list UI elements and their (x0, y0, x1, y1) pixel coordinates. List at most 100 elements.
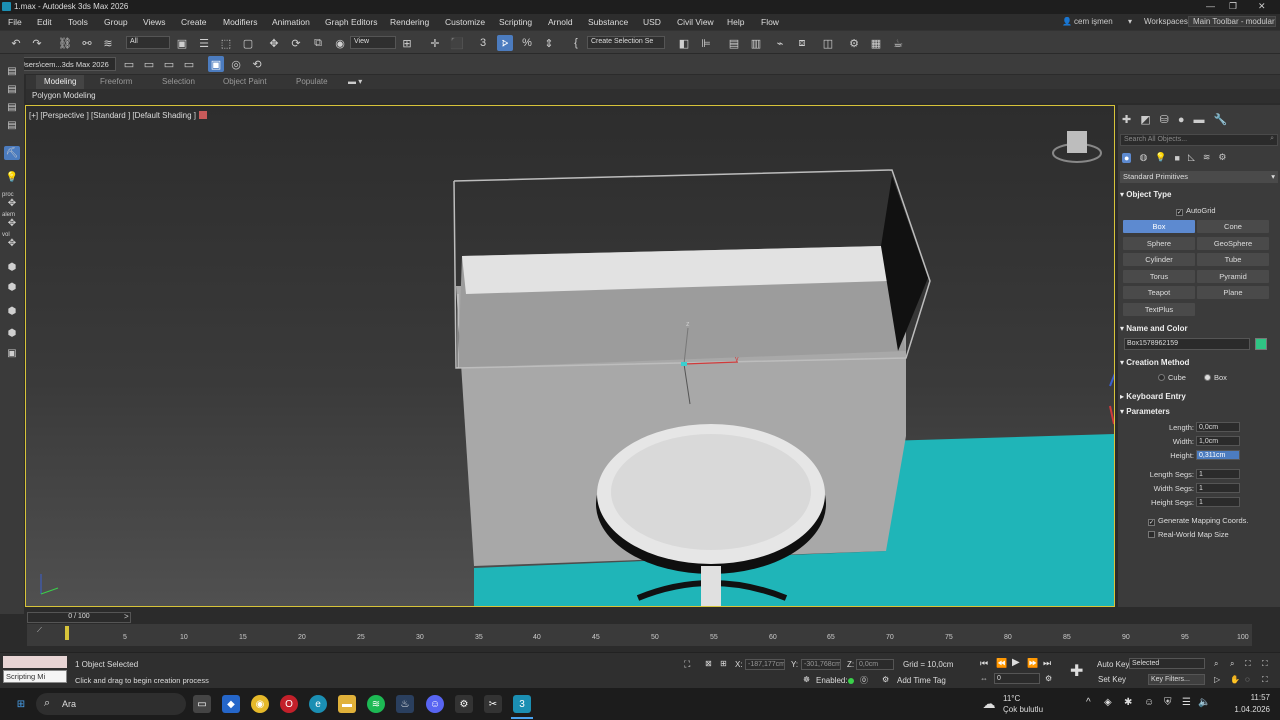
geosphere-button[interactable]: GeoSphere (1197, 237, 1269, 250)
key-filters-button[interactable]: Key Filters... (1148, 674, 1205, 685)
close-icon[interactable]: ✕ (1258, 1, 1266, 12)
helpers-icon[interactable]: ◺ (1188, 152, 1195, 163)
height-segs-spinner[interactable]: 1 (1196, 497, 1240, 507)
menu-create[interactable]: Create (181, 17, 207, 27)
menu-flow[interactable]: Flow (761, 17, 779, 27)
teapot-button[interactable]: Teapot (1123, 286, 1195, 299)
spacewarps-icon[interactable]: ≋ (1203, 152, 1211, 163)
axis-constraint-icon[interactable]: ✛ (427, 35, 443, 51)
zoom-extents-all-icon[interactable]: ⛶ (1262, 659, 1268, 669)
textplus-button[interactable]: TextPlus (1123, 303, 1195, 316)
light-icon[interactable]: 💡 (4, 170, 20, 184)
current-frame-field[interactable]: 0 (994, 673, 1040, 684)
maximize-icon[interactable]: ❐ (1229, 1, 1237, 12)
tray-app-icon[interactable]: ✱ (1124, 697, 1132, 708)
project-folder-icon[interactable]: ▭ (121, 56, 137, 72)
menu-edit[interactable]: Edit (37, 17, 52, 27)
taskbar-time[interactable]: 11:57 (1226, 693, 1270, 702)
cameras-icon[interactable]: ■ (1175, 153, 1180, 163)
shapes-icon[interactable]: ◍ (1139, 152, 1147, 163)
hierarchy-tab-icon[interactable]: ⛁ (1160, 113, 1169, 126)
generate-mapping-checkbox[interactable]: ✓ Generate Mapping Coords. (1148, 516, 1248, 526)
opera-icon[interactable]: O (280, 695, 298, 713)
add-time-tag-button[interactable]: Add Time Tag (897, 676, 946, 685)
tube-button[interactable]: Tube (1197, 253, 1269, 266)
cone-button[interactable]: Cone (1197, 220, 1269, 233)
menu-substance[interactable]: Substance (588, 17, 628, 27)
move-icon[interactable]: ✥ (266, 35, 282, 51)
cube-radio[interactable]: Cube (1158, 373, 1186, 382)
selection-lock-icon[interactable]: ⊠ (705, 659, 712, 668)
chevron-down-icon[interactable]: ▾ (1128, 17, 1132, 26)
steam-icon[interactable]: ♨ (396, 695, 414, 713)
menu-views[interactable]: Views (143, 17, 166, 27)
menu-modifiers[interactable]: Modifiers (223, 17, 257, 27)
time-tag-icon[interactable]: ⚙ (882, 675, 889, 684)
z-coord-field[interactable]: 0,0cm (856, 659, 894, 670)
rendered-frame-icon[interactable]: ▦ (868, 35, 884, 51)
left-tool-icon-8[interactable]: ✥ (4, 236, 20, 250)
reference-coord-select[interactable]: View (350, 36, 396, 49)
prev-key-icon[interactable]: ⏪ (996, 658, 1007, 669)
perspective-viewport[interactable]: z y [+] [Perspective ] [Standard ] [Defa… (25, 105, 1115, 607)
go-to-end-icon[interactable]: ⏭ (1043, 658, 1051, 669)
menu-help[interactable]: Help (727, 17, 744, 27)
lights-icon[interactable]: 💡 (1155, 152, 1166, 163)
object-type-rollout[interactable]: ▾ Object Type (1120, 190, 1278, 199)
adaptive-degradation-icon[interactable]: ☸ (803, 675, 810, 684)
maxscript-listener-box[interactable] (3, 656, 67, 668)
volume-icon[interactable]: 🔈 (1198, 697, 1210, 708)
render-setup-icon[interactable]: ⚙ (846, 35, 862, 51)
spinner-snap-icon[interactable]: ⇕ (541, 35, 557, 51)
curve-editor-toggle-icon[interactable]: ⟋ (37, 627, 42, 635)
undo-icon[interactable]: ↶ (8, 35, 24, 51)
menu-scripting[interactable]: Scripting (499, 17, 532, 27)
scene-explorer-icon[interactable]: ▤ (726, 35, 742, 51)
edge-icon[interactable]: e (309, 695, 327, 713)
task-view-icon[interactable]: ▭ (193, 695, 211, 713)
zoom-icon[interactable]: ⌕ (1214, 659, 1218, 669)
zoom-extents-icon[interactable]: ⛶ (1245, 659, 1251, 669)
discord-icon[interactable]: ☺ (426, 695, 444, 713)
curve-editor-icon[interactable]: ⌁ (772, 35, 788, 51)
menu-group[interactable]: Group (104, 17, 128, 27)
primitive-category-select[interactable]: Standard Primitives ▾ (1120, 171, 1278, 183)
bind-spacewarp-icon[interactable]: ≋ (100, 35, 116, 51)
length-spinner[interactable]: 0,0cm (1196, 422, 1240, 432)
display-tab-icon[interactable]: ▬ (1194, 114, 1205, 126)
height-spinner[interactable]: 0,311cm (1196, 450, 1240, 460)
windows-start-icon[interactable]: ⊞ (12, 695, 30, 713)
user-account[interactable]: cem işmen (1074, 17, 1113, 26)
timeline-track[interactable]: ⟋ 5 10 15 20 25 30 35 40 45 50 55 60 65 … (27, 624, 1252, 646)
auto-key-button[interactable]: Auto Key (1097, 660, 1129, 669)
time-config-icon[interactable]: ⓪ (860, 675, 868, 686)
select-object-icon[interactable]: ▣ (174, 35, 190, 51)
left-tool-icon-11[interactable]: ⬢ (4, 304, 20, 318)
spotify-icon[interactable]: ≋ (367, 695, 385, 713)
left-tool-icon-active[interactable]: ⛏ (4, 146, 20, 160)
utilities-tab-icon[interactable]: 🔧 (1214, 113, 1228, 126)
left-tool-icon-1[interactable]: ▤ (4, 64, 20, 78)
menu-file[interactable]: File (8, 17, 22, 27)
keyboard-shortcut-icon[interactable]: ⬛ (449, 35, 465, 51)
pyramid-button[interactable]: Pyramid (1197, 270, 1269, 283)
tab-populate[interactable]: Populate (296, 77, 328, 86)
time-marker[interactable] (65, 626, 69, 640)
settings-icon[interactable]: ⚙ (455, 695, 473, 713)
left-tool-icon-10[interactable]: ⬢ (4, 280, 20, 294)
maxscript-mini-listener[interactable]: Scripting Mi (3, 670, 67, 683)
layer-explorer-icon[interactable]: ▥ (748, 35, 764, 51)
tray-app-icon[interactable]: ◈ (1104, 697, 1112, 708)
enabled-status-dot[interactable] (848, 678, 854, 684)
mirror-icon[interactable]: ◧ (676, 35, 692, 51)
menu-graph-editors[interactable]: Graph Editors (325, 17, 377, 27)
select-by-name-icon[interactable]: ☰ (196, 35, 212, 51)
link-icon[interactable]: ⛓ (57, 35, 73, 51)
left-tool-icon-2[interactable]: ▤ (4, 82, 20, 96)
place-icon[interactable]: ◉ (332, 35, 348, 51)
taskbar-date[interactable]: 1.04.2026 (1226, 705, 1270, 714)
snaps-toggle-icon[interactable]: 3 (475, 35, 491, 51)
maximize-viewport-icon[interactable]: ⛶ (1262, 675, 1268, 685)
material-editor-icon[interactable]: ◫ (820, 35, 836, 51)
network-icon[interactable]: ☰ (1182, 697, 1191, 708)
